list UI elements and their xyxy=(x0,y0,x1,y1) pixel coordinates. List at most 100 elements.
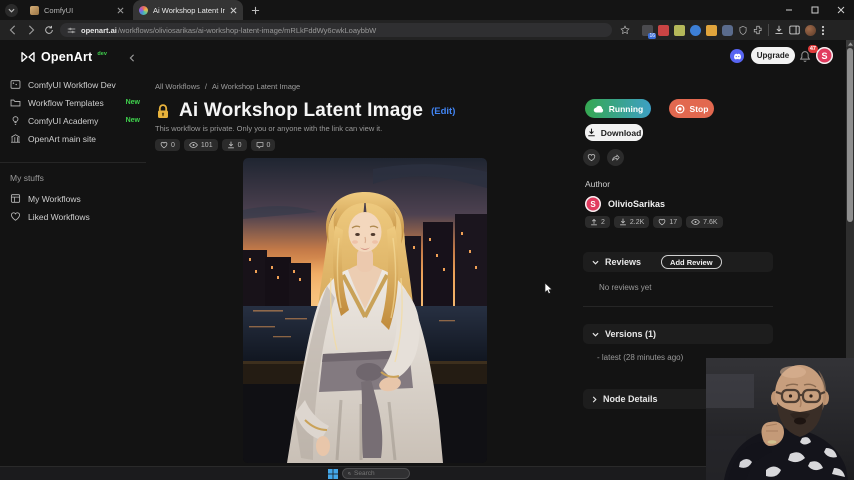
extension-olive-icon[interactable] xyxy=(674,24,685,36)
breadcrumb-all-workflows[interactable]: All Workflows xyxy=(155,82,200,91)
chevron-left-icon xyxy=(129,54,134,62)
tab-comfyui[interactable]: ComfyUI xyxy=(24,0,130,20)
comments-pill[interactable]: 0 xyxy=(250,139,276,151)
breadcrumb: All Workflows / Ai Workshop Latent Image xyxy=(155,82,300,91)
screen: ComfyUI Ai Workshop Latent Image | Co op… xyxy=(0,0,854,480)
add-review-button[interactable]: Add Review xyxy=(661,255,722,269)
lock-icon xyxy=(158,103,168,118)
webcam-overlay xyxy=(706,358,854,480)
shield-icon[interactable] xyxy=(738,25,748,36)
sidebar-item-label: ComfyUI Academy xyxy=(28,115,99,126)
user-avatar[interactable]: S xyxy=(816,47,833,64)
openart-logo-icon xyxy=(21,52,35,62)
download-button[interactable]: Download xyxy=(585,124,643,141)
building-icon xyxy=(11,134,20,143)
download-icon xyxy=(620,218,626,226)
sidebar-item-label: Liked Workflows xyxy=(28,211,90,222)
taskbar-search[interactable] xyxy=(342,468,410,479)
scrollbar-up-button[interactable] xyxy=(846,40,854,47)
sidebar-divider xyxy=(0,162,146,163)
eye-icon xyxy=(188,142,198,148)
extension-lock-icon[interactable] xyxy=(722,24,733,36)
page-scrollbar-thumb[interactable] xyxy=(847,48,853,222)
window-maximize-button[interactable] xyxy=(802,0,828,20)
running-button[interactable]: Running xyxy=(585,99,651,118)
author-avatar[interactable]: S xyxy=(585,196,601,212)
sidebar-item-openart-main-site[interactable]: OpenArt main site xyxy=(8,130,140,147)
tab-label: Ai Workshop Latent Image | Co xyxy=(153,5,225,15)
openart-favicon-icon xyxy=(139,5,148,15)
discord-button[interactable] xyxy=(730,49,744,63)
sidebar-item-comfyui-workflow-dev[interactable]: ComfyUI Workflow Dev xyxy=(8,76,140,93)
lightbulb-icon xyxy=(12,116,19,125)
upload-icon xyxy=(591,218,597,226)
notifications-button[interactable]: 47 xyxy=(799,45,818,64)
downloads-icon[interactable] xyxy=(774,25,784,35)
like-button[interactable] xyxy=(583,149,600,166)
heart-icon xyxy=(11,212,20,221)
extension-orange-icon[interactable] xyxy=(706,24,717,36)
extension-tab-counter-icon[interactable]: 16 xyxy=(642,24,656,39)
grid-box-icon xyxy=(10,194,21,203)
workflow-card-icon xyxy=(10,80,21,89)
reviews-title: Reviews xyxy=(605,257,642,267)
reload-button[interactable] xyxy=(40,22,58,38)
back-button[interactable] xyxy=(4,22,22,38)
presenter-video xyxy=(706,358,854,480)
sidebar-item-workflow-templates[interactable]: Workflow Templates New xyxy=(8,94,140,111)
views-pill: 101 xyxy=(183,139,218,151)
chevron-down-icon xyxy=(8,8,15,13)
views-count: 101 xyxy=(200,141,213,149)
side-panel-icon[interactable] xyxy=(789,25,800,35)
url-host: openart.ai xyxy=(81,25,117,35)
author-row: S OlivioSarikas xyxy=(585,196,665,212)
openart-logo[interactable]: OpenArt dev xyxy=(20,50,107,64)
versions-section-header[interactable]: Versions (1) xyxy=(583,324,773,344)
url-path: /workflows/oliviosarikas/ai-workshop-lat… xyxy=(117,25,377,35)
sidebar: OpenArt dev ComfyUI Workflow Dev Workflo… xyxy=(0,40,146,466)
extensions-puzzle-icon[interactable] xyxy=(753,25,763,35)
menu-kebab-icon[interactable] xyxy=(821,25,825,36)
tab-openart-active[interactable]: Ai Workshop Latent Image | Co xyxy=(133,0,243,20)
add-review-label: Add Review xyxy=(670,257,713,267)
reviews-section-header[interactable]: Reviews Add Review xyxy=(583,252,773,272)
upgrade-button[interactable]: Upgrade xyxy=(751,47,795,64)
new-tab-button[interactable] xyxy=(249,4,262,17)
download-icon xyxy=(587,128,595,137)
chevron-right-icon xyxy=(592,395,597,403)
browser-profile-avatar[interactable] xyxy=(805,24,816,36)
url-bar[interactable]: openart.ai/workflows/oliviosarikas/ai-wo… xyxy=(60,23,612,37)
author-name[interactable]: OlivioSarikas xyxy=(608,199,665,209)
window-close-button[interactable] xyxy=(828,0,854,20)
close-tab-icon[interactable] xyxy=(230,7,237,14)
share-button[interactable] xyxy=(607,149,624,166)
workflow-title-row: Ai Workshop Latent Image (Edit) xyxy=(155,100,455,122)
stop-icon xyxy=(675,104,684,113)
close-tab-icon[interactable] xyxy=(117,7,124,14)
privacy-note: This workflow is private. Only you or an… xyxy=(155,124,383,133)
chevron-down-icon xyxy=(592,332,599,337)
stop-button[interactable]: Stop xyxy=(669,99,714,118)
extension-blue-circle-icon[interactable] xyxy=(690,24,701,36)
author-downloads-count: 2.2K xyxy=(629,218,645,226)
sidebar-item-liked-workflows[interactable]: Liked Workflows xyxy=(8,208,140,225)
edit-link[interactable]: (Edit) xyxy=(431,106,455,117)
sidebar-item-label: OpenArt main site xyxy=(28,133,97,144)
sidebar-item-my-workflows[interactable]: My Workflows xyxy=(8,190,140,207)
extension-red-icon[interactable] xyxy=(658,24,669,36)
toolbar-separator xyxy=(768,24,769,36)
workflow-preview-image[interactable] xyxy=(243,158,487,463)
share-icon xyxy=(612,154,620,161)
tab-search-button[interactable] xyxy=(5,4,18,17)
likes-pill[interactable]: 0 xyxy=(155,139,180,151)
browser-tabstrip: ComfyUI Ai Workshop Latent Image | Co xyxy=(0,0,854,20)
downloads-pill[interactable]: 0 xyxy=(221,139,247,151)
author-likes-pill: 17 xyxy=(653,216,683,228)
bookmark-button[interactable] xyxy=(616,22,634,38)
forward-button[interactable] xyxy=(22,22,40,38)
sidebar-item-comfyui-academy[interactable]: ComfyUI Academy New xyxy=(8,112,140,129)
search-input[interactable] xyxy=(354,470,404,477)
sidebar-collapse-button[interactable] xyxy=(127,53,137,63)
window-minimize-button[interactable] xyxy=(776,0,802,20)
start-button[interactable] xyxy=(327,468,339,480)
